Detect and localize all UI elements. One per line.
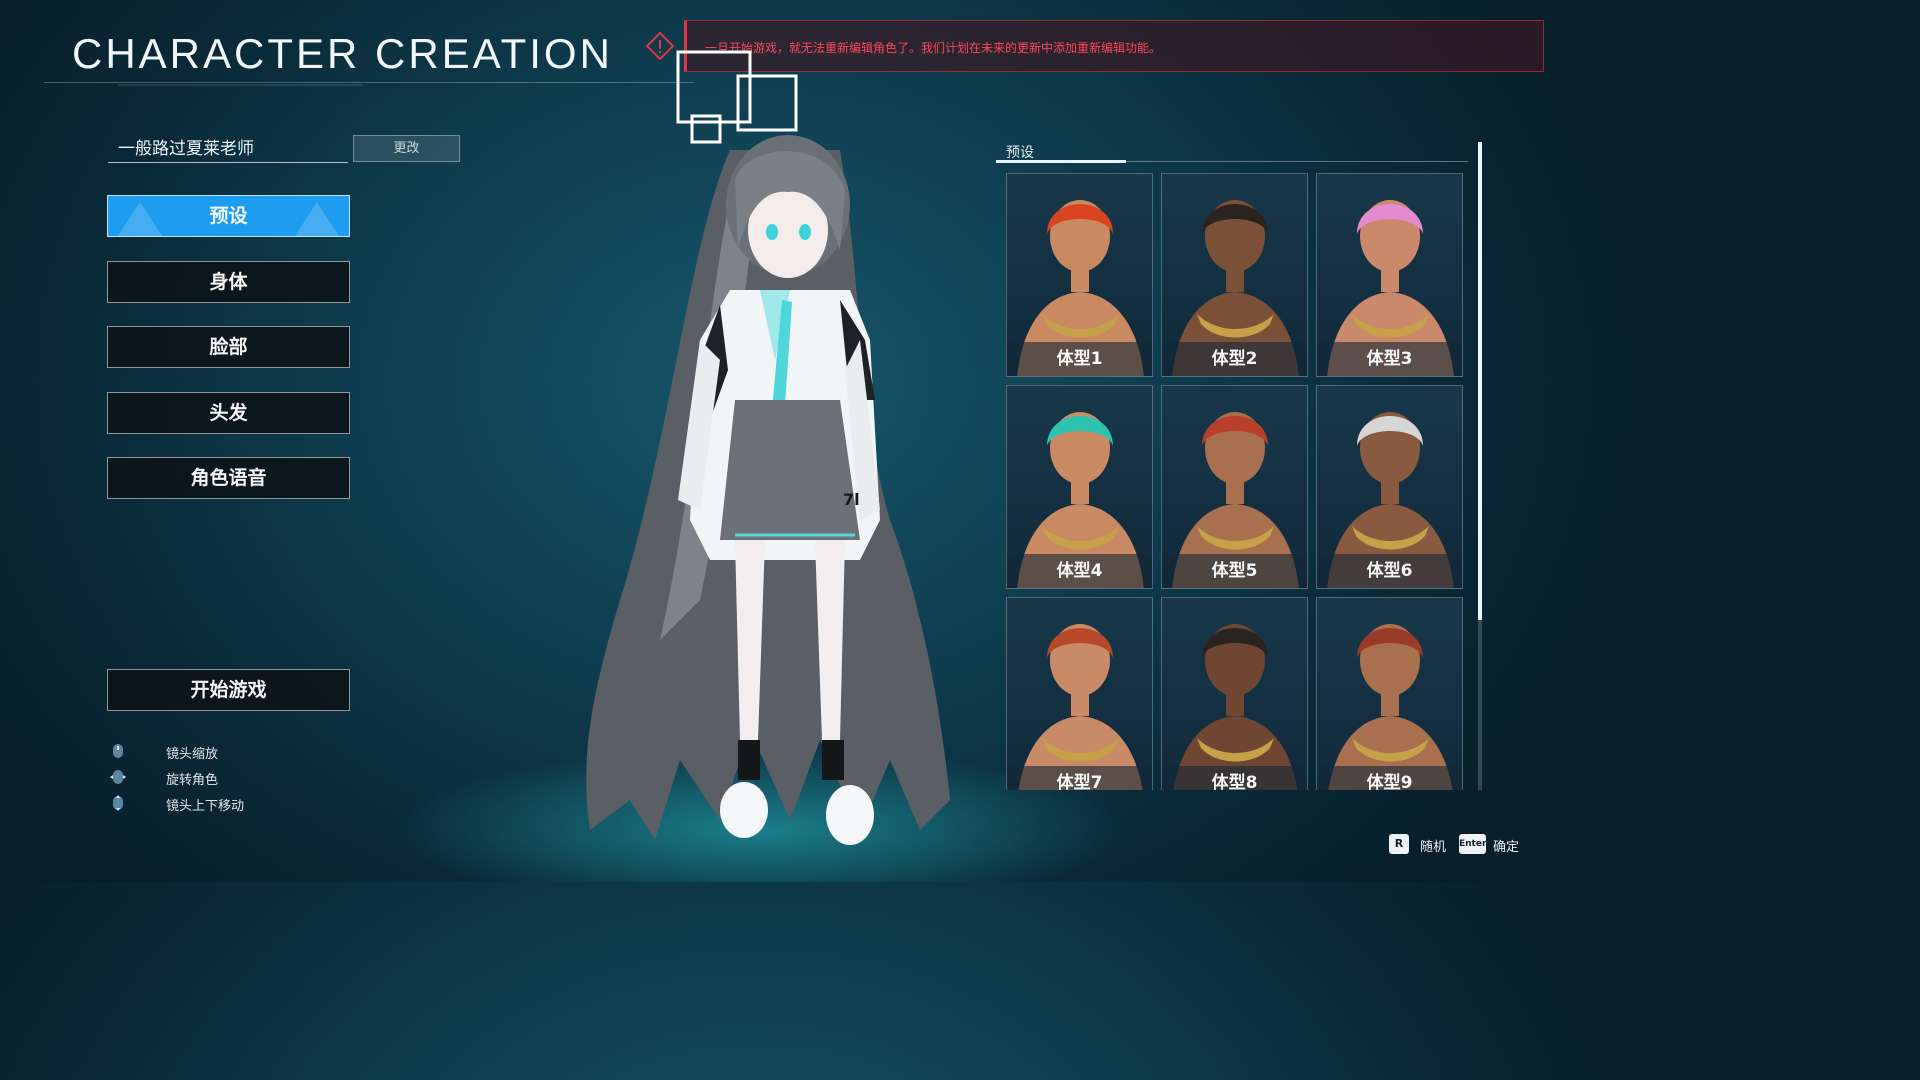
hint-pan-label: 镜头上下移动 bbox=[166, 799, 245, 814]
mouse-move-icon bbox=[113, 795, 123, 811]
change-name-button[interactable]: 更改 bbox=[353, 135, 460, 162]
character-name-field[interactable]: 一般路过夏莱老师 bbox=[108, 134, 348, 163]
start-game-button[interactable]: 开始游戏 bbox=[107, 669, 350, 711]
preset-card[interactable]: 体型2 bbox=[1161, 173, 1308, 377]
tab-preset[interactable]: 预设 bbox=[1006, 142, 1034, 162]
preset-portrait bbox=[1328, 624, 1453, 790]
svg-text:7l: 7l bbox=[843, 490, 860, 509]
scrollbar-thumb[interactable] bbox=[1478, 142, 1482, 620]
preset-card[interactable]: 体型5 bbox=[1161, 385, 1308, 589]
start-game-label: 开始游戏 bbox=[190, 679, 267, 701]
preset-label: 体型6 bbox=[1317, 554, 1462, 588]
title-divider-accent bbox=[118, 84, 363, 86]
preset-portrait bbox=[1018, 624, 1143, 790]
preset-portrait bbox=[1173, 624, 1298, 790]
preset-label: 体型4 bbox=[1007, 554, 1152, 588]
random-key-icon: R bbox=[1389, 834, 1409, 854]
preset-label: 体型9 bbox=[1317, 766, 1462, 790]
preset-grid: 体型1 体型2 体型3 体型4 体型5 体型6 体型7 体型8 体型9 bbox=[1006, 173, 1464, 790]
tab-active-indicator bbox=[996, 160, 1126, 163]
preset-card[interactable]: 体型1 bbox=[1006, 173, 1153, 377]
menu-item-preset[interactable]: 预设 bbox=[107, 195, 350, 237]
menu-item-face[interactable]: 脸部 bbox=[107, 326, 350, 368]
preset-label: 体型3 bbox=[1317, 342, 1462, 376]
menu-item-label: 角色语音 bbox=[190, 467, 267, 489]
menu-item-hair[interactable]: 头发 bbox=[107, 392, 350, 434]
preset-card[interactable]: 体型9 bbox=[1316, 597, 1463, 790]
enter-key-icon: Enter bbox=[1459, 834, 1486, 854]
preset-label: 体型7 bbox=[1007, 766, 1152, 790]
preset-card[interactable]: 体型4 bbox=[1006, 385, 1153, 589]
confirm-label[interactable]: 确定 bbox=[1493, 836, 1519, 855]
page-title: CHARACTER CREATION bbox=[72, 30, 613, 77]
menu-item-voice[interactable]: 角色语音 bbox=[107, 457, 350, 499]
preset-label: 体型8 bbox=[1162, 766, 1307, 790]
menu-item-label: 身体 bbox=[209, 271, 248, 293]
menu-item-body[interactable]: 身体 bbox=[107, 261, 350, 303]
hint-zoom-label: 镜头缩放 bbox=[166, 747, 219, 762]
preset-card[interactable]: 体型7 bbox=[1006, 597, 1153, 790]
mouse-wheel-icon bbox=[113, 744, 123, 758]
random-label[interactable]: 随机 bbox=[1420, 836, 1446, 855]
preset-card[interactable]: 体型8 bbox=[1161, 597, 1308, 790]
preset-label: 体型1 bbox=[1007, 342, 1152, 376]
preset-card[interactable]: 体型3 bbox=[1316, 173, 1463, 377]
menu-item-label: 脸部 bbox=[209, 336, 248, 358]
menu-item-label: 预设 bbox=[209, 205, 248, 227]
character-model[interactable]: 7l bbox=[560, 40, 980, 860]
preset-label: 体型5 bbox=[1162, 554, 1307, 588]
hint-rotate-label: 旋转角色 bbox=[166, 773, 219, 788]
menu-item-label: 头发 bbox=[209, 402, 248, 424]
mouse-drag-icon bbox=[110, 770, 126, 784]
preset-card[interactable]: 体型6 bbox=[1316, 385, 1463, 589]
preset-label: 体型2 bbox=[1162, 342, 1307, 376]
